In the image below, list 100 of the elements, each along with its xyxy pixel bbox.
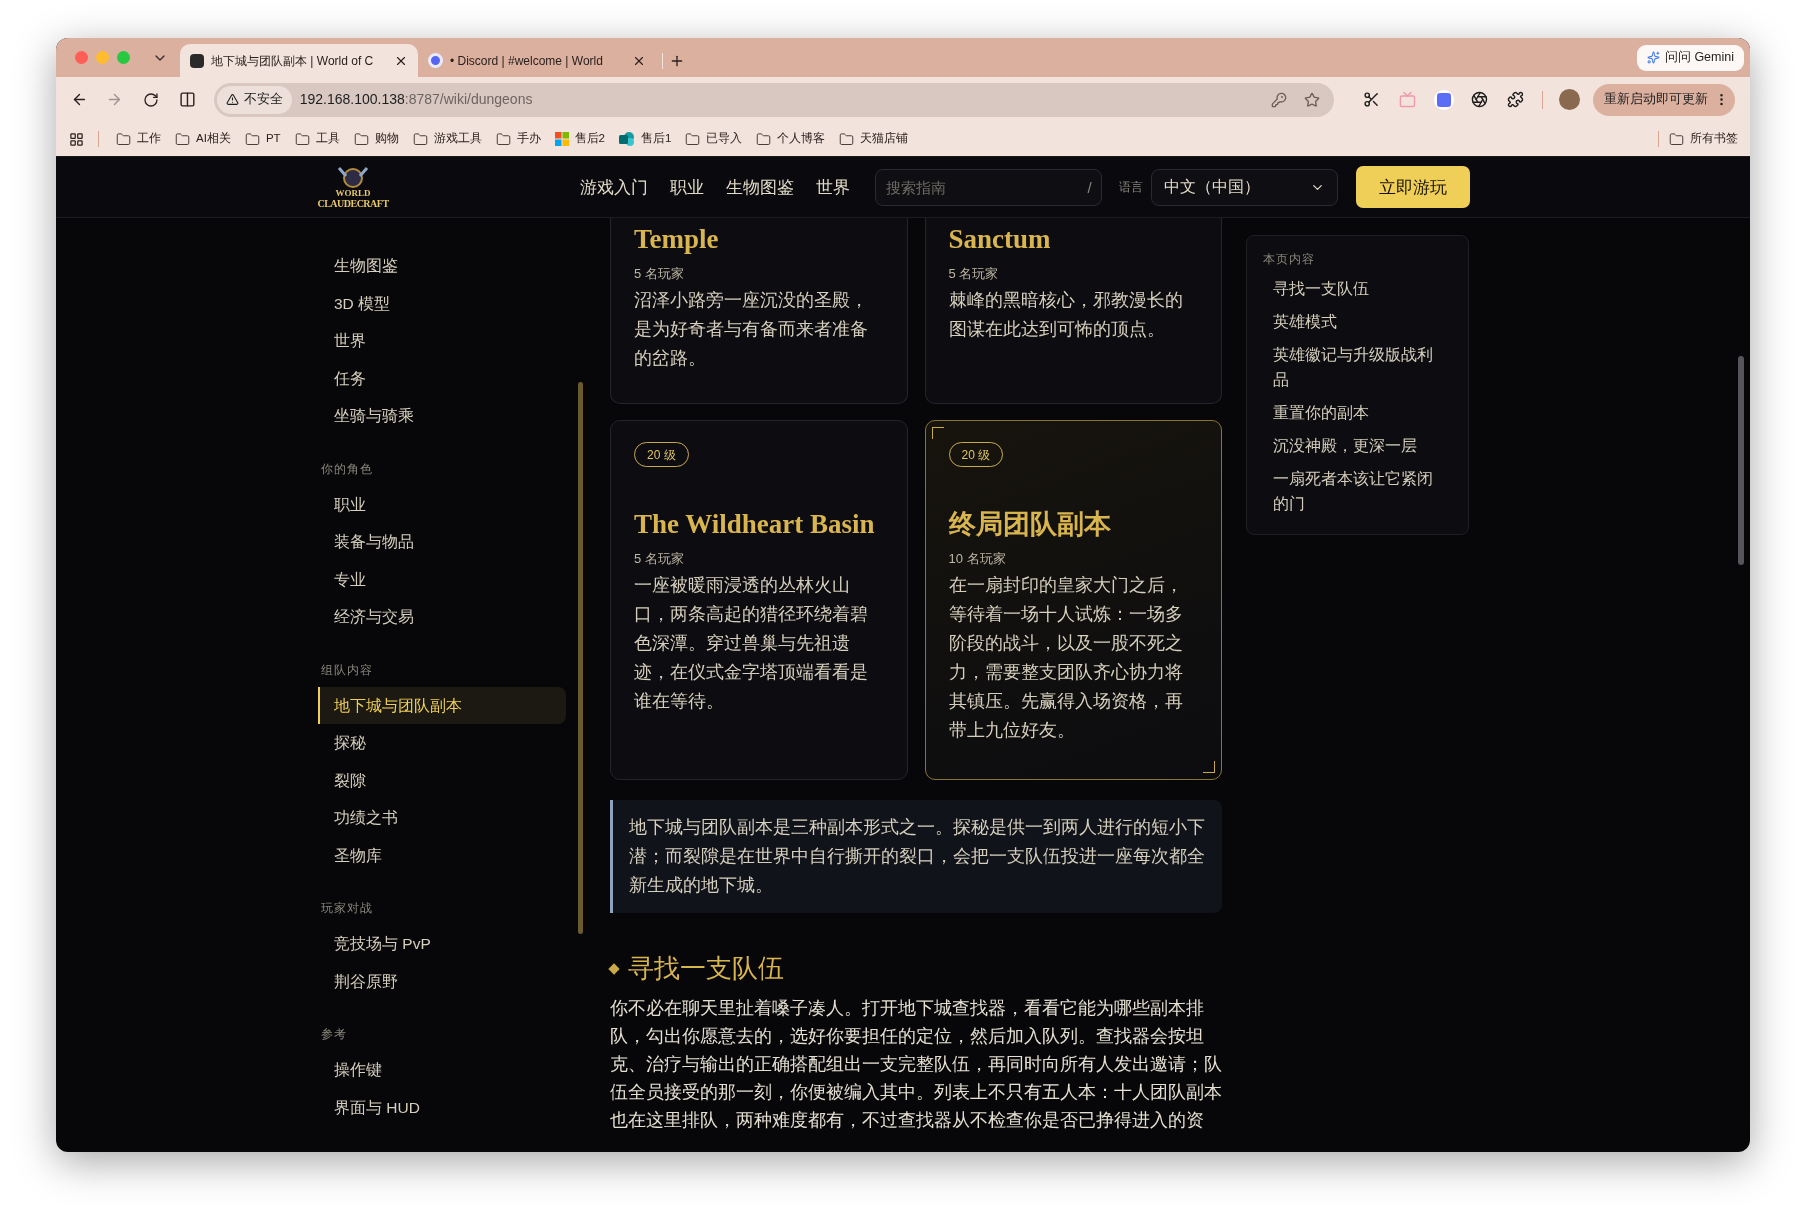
sidebar-item[interactable]: 操作键 — [318, 1051, 566, 1089]
folder-icon — [756, 131, 772, 147]
sidebar-item[interactable]: 界面与 HUD — [318, 1088, 566, 1126]
section-label: 玩家对战 — [320, 900, 374, 917]
sidebar-item[interactable]: 圣物库 — [318, 836, 566, 874]
toc-link[interactable]: 重置你的副本 — [1273, 398, 1443, 427]
sidebar-item[interactable]: 地下城与团队副本 — [318, 686, 566, 724]
address-bar[interactable]: 不安全 192.168.100.138:8787/wiki/dungeons — [213, 82, 1334, 117]
toc-link[interactable]: 一扇死者本该让它紧闭的门 — [1273, 464, 1443, 518]
bookmark-item[interactable]: 工作 — [109, 130, 168, 148]
update-button[interactable]: 重新启动即可更新 — [1593, 83, 1735, 116]
callout: 地下城与团队副本是三种副本形式之一。探秘是供一到两人进行的短小下潜；而裂隙是在世界中自行撕开的裂口，会把一支队伍投进一座每次都全新生成的地下城。 — [610, 800, 1222, 913]
sidebar-item[interactable]: 职业 — [318, 485, 566, 523]
sidebar-item[interactable]: 3D 模型 — [318, 284, 566, 322]
nav-link[interactable]: 生物图鉴 — [726, 174, 794, 200]
nav-link[interactable]: 世界 — [816, 174, 850, 200]
bookmark-item[interactable]: 手办 — [488, 130, 548, 148]
bookmark-star-icon[interactable] — [1303, 91, 1320, 108]
warning-icon — [225, 93, 239, 106]
sidebar-item[interactable]: 生物图鉴 — [318, 247, 566, 285]
folder-icon — [495, 131, 511, 147]
nav-link[interactable]: 职业 — [670, 174, 704, 200]
section-label: 参考 — [320, 1026, 348, 1043]
player-count: 10 名玩家 — [948, 550, 1007, 568]
bookmark-item[interactable]: 天猫店铺 — [832, 130, 916, 148]
player-count: 5 名玩家 — [634, 265, 685, 283]
card-description: 沼泽小路旁一座沉没的圣殿，是为好奇者与有备而来者准备的岔路。 — [634, 288, 869, 370]
bookmark-item[interactable]: AI相关 — [168, 130, 238, 148]
bookmark-item[interactable]: 购物 — [346, 130, 406, 148]
dungeon-card[interactable]: Sanctum 5 名玩家 棘峰的黑暗核心，邪教漫长的图谋在此达到可怖的顶点。 — [924, 218, 1222, 404]
logo-text: CLAUDECRAFT — [317, 197, 389, 209]
player-count: 5 名玩家 — [634, 550, 685, 568]
corner-bracket-icon — [931, 427, 944, 439]
toc-title: 本页内容 — [1262, 251, 1316, 268]
sparkle-icon — [1646, 51, 1660, 64]
dungeon-card[interactable]: 20 级 The Wildheart Basin 5 名玩家 一座被暖雨浸透的丛林火山口，两条高起的猎径环绕着碧色深潭。穿过兽巢与先祖遗迹，在仪式金字塔顶端看看是谁在等待。 — [610, 420, 908, 780]
section-heading: 寻找一支队伍 — [628, 953, 784, 985]
sidebar-item[interactable]: 世界 — [318, 322, 566, 360]
sidebar-item[interactable]: 裂隙 — [318, 761, 566, 799]
language-label: 语言 — [1118, 179, 1143, 196]
sidebar-item[interactable]: 竞技场与 PvP — [318, 925, 566, 963]
folder-icon — [412, 131, 428, 147]
bookmark-item[interactable]: PT — [237, 130, 288, 148]
language-select[interactable]: 中文（中国） — [1150, 168, 1338, 206]
extensions-icon[interactable] — [1507, 91, 1525, 108]
section-label: 你的角色 — [320, 460, 374, 478]
sidebar-item[interactable]: 装备与物品 — [318, 523, 566, 561]
bookmark-item[interactable]: 售后2 — [547, 130, 612, 148]
browser-tab[interactable]: • Discord | #welcome | World — [418, 44, 656, 77]
folder-icon — [1669, 131, 1684, 147]
gemini-button[interactable]: 问问 Gemini — [1636, 44, 1744, 71]
bookmark-item[interactable]: 售后1 — [612, 130, 679, 148]
profile-avatar[interactable] — [1559, 89, 1580, 110]
sidebar-item[interactable]: 坐骑与骑乘 — [318, 397, 566, 435]
nav-link[interactable]: 游戏入门 — [580, 174, 648, 200]
card-title: The Wildheart Basin — [634, 509, 876, 539]
bookmark-item[interactable]: 所有书签 — [1669, 130, 1738, 148]
bookmark-item[interactable]: 游戏工具 — [405, 130, 489, 148]
section-label: 组队内容 — [320, 661, 374, 679]
tiles-icon — [554, 132, 569, 146]
toc-link[interactable]: 英雄徽记与升级版战利品 — [1273, 340, 1443, 394]
card-title: Sanctum — [948, 224, 1052, 254]
scrollbar-thumb[interactable] — [578, 382, 583, 934]
sidebar-item[interactable]: 任务 — [318, 359, 566, 397]
sidebar-item[interactable]: 荆谷原野 — [318, 962, 566, 1000]
tab-title: 地下城与团队副本 | World of C — [211, 52, 374, 70]
split-view-icon[interactable] — [178, 91, 196, 108]
emblem-drawing — [336, 165, 370, 188]
dungeon-card[interactable]: Temple 5 名玩家 沼泽小路旁一座沉没的圣殿，是为好奇者与有备而来者准备的岔路。 — [610, 218, 908, 404]
folder-icon — [839, 131, 855, 147]
bookmark-item[interactable]: 已导入 — [678, 130, 750, 148]
play-button[interactable]: 立即游玩 — [1355, 166, 1470, 208]
tab-title: • Discord | #welcome | World — [450, 52, 603, 70]
reload-icon[interactable] — [142, 91, 159, 108]
cloud-icon — [619, 132, 635, 146]
sidebar-item[interactable]: 探秘 — [318, 724, 566, 762]
page-scrollbar-thumb[interactable] — [1738, 356, 1744, 565]
key-icon[interactable] — [1270, 91, 1287, 108]
sidebar-item[interactable]: 功绩之书 — [318, 799, 566, 837]
card-title: Temple — [634, 224, 720, 254]
url-path: :8787/wiki/dungeons — [404, 90, 533, 109]
folder-icon — [353, 131, 369, 147]
apps-icon[interactable] — [69, 131, 84, 147]
bookmark-item[interactable]: 工具 — [287, 130, 347, 148]
browser-tab[interactable]: 地下城与团队副本 | World of C — [180, 44, 418, 77]
folder-icon — [244, 131, 260, 147]
back-icon[interactable] — [71, 91, 88, 108]
card-title: 终局团队副本 — [948, 509, 1112, 539]
scissors-icon[interactable] — [1362, 91, 1380, 108]
sidebar-item[interactable]: 经济与交易 — [318, 598, 566, 636]
aperture-icon[interactable] — [1471, 91, 1489, 108]
sidebar-item[interactable]: 专业 — [318, 560, 566, 598]
security-chip[interactable]: 不安全 — [216, 85, 292, 114]
toc-link[interactable]: 英雄模式 — [1273, 307, 1443, 336]
url-host: 192.168.100.138 — [299, 90, 405, 109]
dungeon-card[interactable]: 20 级 终局团队副本 10 名玩家 在一扇封印的皇家大门之后，等待着一场十人试炼：一场多阶段的战斗，以及一股不死之力，需要整支团队齐心协力将其镇压。先赢得入场资格，再带上九位好友。 — [924, 420, 1222, 780]
toc-link[interactable]: 寻找一支队伍 — [1273, 274, 1443, 303]
bookmark-item[interactable]: 个人博客 — [749, 130, 833, 148]
folder-icon — [685, 131, 701, 147]
toc-link[interactable]: 沉没神殿，更深一层 — [1273, 431, 1443, 460]
